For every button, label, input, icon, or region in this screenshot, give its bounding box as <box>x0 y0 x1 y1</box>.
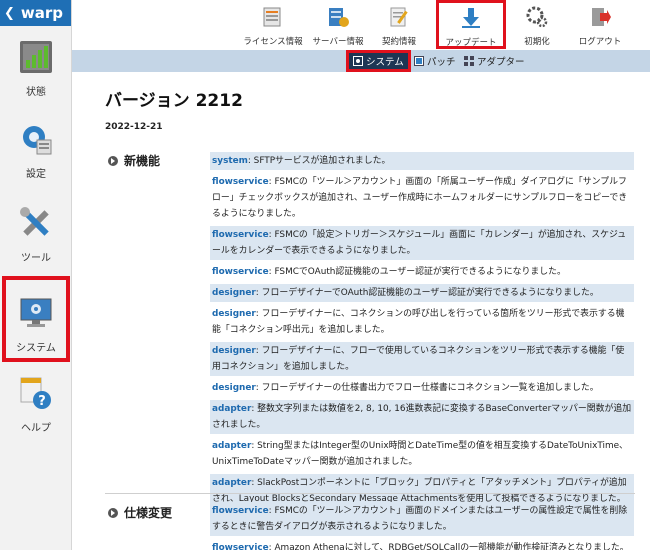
entry-tag: designer <box>212 309 256 319</box>
sidebar-item-label: ヘルプ <box>21 423 51 434</box>
initialize-button[interactable]: 初期化 <box>512 6 562 47</box>
gear-icon <box>23 126 52 155</box>
section-heading-label: 新機能 <box>124 154 161 168</box>
tab-label: パッチ <box>427 57 456 68</box>
monitor-gear-icon <box>20 298 52 327</box>
entry-tag: designer <box>212 383 256 393</box>
entry-tag: adapter <box>212 404 252 414</box>
chevron-left-icon: ❮ <box>4 5 15 21</box>
entry-text: : フローデザイナーの仕様書出力でフロー仕様書にコネクション一覧を追加しました。 <box>255 383 599 393</box>
sidebar-item-settings[interactable]: 設定 <box>0 122 72 180</box>
license-icon <box>263 7 281 27</box>
sidebar-item-label: 状態 <box>26 87 46 98</box>
entry-text: : フローデザイナーでOAuth認証機能のユーザー認証が実行できるようになりまし… <box>255 288 599 298</box>
list-item: adapter: String型またはInteger型のUnix時間とDateT… <box>210 437 634 471</box>
list-item: system: SFTPサービスが追加されました。 <box>210 152 634 170</box>
toolbar-item-label: 契約情報 <box>381 37 416 47</box>
sidebar-item-label: 設定 <box>26 169 46 180</box>
entry-tag: flowservice <box>212 230 269 240</box>
toolbar-item-label: ログアウト <box>578 37 622 47</box>
list-item: designer: フローデザイナーに、コネクションの呼び出しを行っている箇所を… <box>210 305 634 339</box>
download-arrow-icon <box>462 8 480 28</box>
tab-label: アダプター <box>477 57 525 68</box>
section-bullet-icon <box>108 155 118 166</box>
server-icon <box>329 8 349 27</box>
entry-text: : FSMCの「設定＞トリガー＞スケジュール」画面に「カレンダー」が追加され、ス… <box>212 230 627 256</box>
contract-info-button[interactable]: 契約情報 <box>374 6 424 47</box>
section-divider <box>105 493 635 494</box>
toolbar-item-label: サーバー情報 <box>312 37 364 47</box>
patch-icon <box>414 56 424 66</box>
server-info-button[interactable]: サーバー情報 <box>310 6 366 47</box>
list-item: flowservice: FSMCの「ツール＞アカウント」画面のドメインまたはユ… <box>210 502 634 536</box>
logout-button[interactable]: ログアウト <box>572 6 628 47</box>
app-title: warp <box>20 4 64 22</box>
adapter-icon <box>464 56 474 66</box>
release-date: 2022-12-21 <box>105 122 163 132</box>
entry-tag: system <box>212 156 248 166</box>
list-item: designer: フローデザイナーに、フローで使用しているコネクションをツリー… <box>210 342 634 376</box>
list-item: flowservice: Amazon Athenaに対して、RDBGet/SQ… <box>210 539 634 550</box>
entry-text: : Amazon Athenaに対して、RDBGet/SQLCallの一部機能が… <box>268 543 629 550</box>
list-item: flowservice: FSMCの「設定＞トリガー＞スケジュール」画面に「カレ… <box>210 226 634 260</box>
entry-text: : フローデザイナーに、フローで使用しているコネクションをツリー形式で表示する機… <box>212 346 625 372</box>
list-item: designer: フローデザイナーでOAuth認証機能のユーザー認証が実行でき… <box>210 284 634 302</box>
entry-text: : FSMCでOAuth認証機能のユーザー認証が実行できるようになりました。 <box>268 267 566 277</box>
update-button[interactable]: アップデート <box>436 0 506 49</box>
new-features-list: system: SFTPサービスが追加されました。 flowservice: FS… <box>210 152 634 511</box>
entry-tag: flowservice <box>212 267 269 277</box>
section-heading-spec-changes: 仕様変更 <box>108 504 172 521</box>
sidebar-item-tools[interactable]: ツール <box>0 206 72 264</box>
entry-tag: flowservice <box>212 543 269 550</box>
sidebar-item-label: システム <box>16 343 56 354</box>
list-item: flowservice: FSMCの「ツール＞アカウント」画面の「所属ユーザー作… <box>210 173 634 223</box>
section-bullet-icon <box>108 507 118 518</box>
entry-text: : FSMCの「ツール＞アカウント」画面の「所属ユーザー作成」ダイアログに「サン… <box>212 177 628 219</box>
section-heading-new-features: 新機能 <box>108 152 160 169</box>
entry-tag: adapter <box>212 441 252 451</box>
tab-adapter[interactable]: アダプター <box>464 53 525 69</box>
entry-tag: flowservice <box>212 506 269 516</box>
init-gear-icon <box>526 6 548 28</box>
list-item: flowservice: FSMCでOAuth認証機能のユーザー認証が実行できる… <box>210 263 634 281</box>
toolbar-item-label: アップデート <box>445 38 497 48</box>
help-icon: ? <box>20 377 51 409</box>
brand-bar[interactable]: ❮ warp <box>0 0 71 26</box>
page-title: バージョン 2212 <box>105 91 243 111</box>
sidebar-item-system[interactable]: システム <box>2 276 70 362</box>
logout-icon <box>592 8 611 26</box>
sidebar-item-label: ツール <box>21 253 51 264</box>
entry-tag: adapter <box>212 478 252 488</box>
entry-text: : String型またはInteger型のUnix時間とDateTime型の値を… <box>212 441 628 467</box>
tab-system[interactable]: システム <box>346 50 411 72</box>
spec-changes-list: flowservice: FSMCの「ツール＞アカウント」画面のドメインまたはユ… <box>210 502 634 550</box>
tab-label: システム <box>366 57 404 68</box>
sidebar-item-status[interactable]: 状態 <box>0 40 72 98</box>
entry-tag: flowservice <box>212 177 269 187</box>
main-content: バージョン 2212 2022-12-21 新機能 system: SFTPサー… <box>72 72 650 550</box>
sidebar: ❮ warp 状態 設定 ツール システム ? ヘルプ <box>0 0 72 550</box>
section-heading-label: 仕様変更 <box>124 506 173 520</box>
status-chart-icon <box>20 41 52 73</box>
svg-text:?: ? <box>38 394 46 409</box>
entry-text: : SFTPサービスが追加されました。 <box>247 156 391 166</box>
list-item: adapter: 整数文字列または数値を2, 8, 10, 16進数表記に変換す… <box>210 400 634 434</box>
top-toolbar: ライセンス情報 サーバー情報 契約情報 アップデート 初期化 ログアウト <box>72 0 650 50</box>
entry-text: : SlackPostコンポーネントに「ブロック」プロパティと「アタッチメント」… <box>212 478 627 504</box>
sub-tab-bar: システム パッチ アダプター <box>72 50 650 72</box>
license-info-button[interactable]: ライセンス情報 <box>240 6 306 47</box>
tools-icon <box>20 207 49 236</box>
system-tab-icon <box>353 56 363 66</box>
tab-patch[interactable]: パッチ <box>414 53 456 69</box>
entry-tag: designer <box>212 288 256 298</box>
list-item: designer: フローデザイナーの仕様書出力でフロー仕様書にコネクション一覧… <box>210 379 634 397</box>
toolbar-item-label: 初期化 <box>524 37 550 47</box>
entry-text: : フローデザイナーに、コネクションの呼び出しを行っている箇所をツリー形式で表示… <box>212 309 625 335</box>
toolbar-item-label: ライセンス情報 <box>243 37 303 47</box>
entry-text: : FSMCの「ツール＞アカウント」画面のドメインまたはユーザーの属性設定で属性… <box>212 506 628 532</box>
entry-text: : 整数文字列または数値を2, 8, 10, 16進数表記に変換するBaseCo… <box>212 404 632 430</box>
entry-tag: designer <box>212 346 256 356</box>
sidebar-item-help[interactable]: ? ヘルプ <box>0 376 72 434</box>
contract-icon <box>390 7 408 27</box>
